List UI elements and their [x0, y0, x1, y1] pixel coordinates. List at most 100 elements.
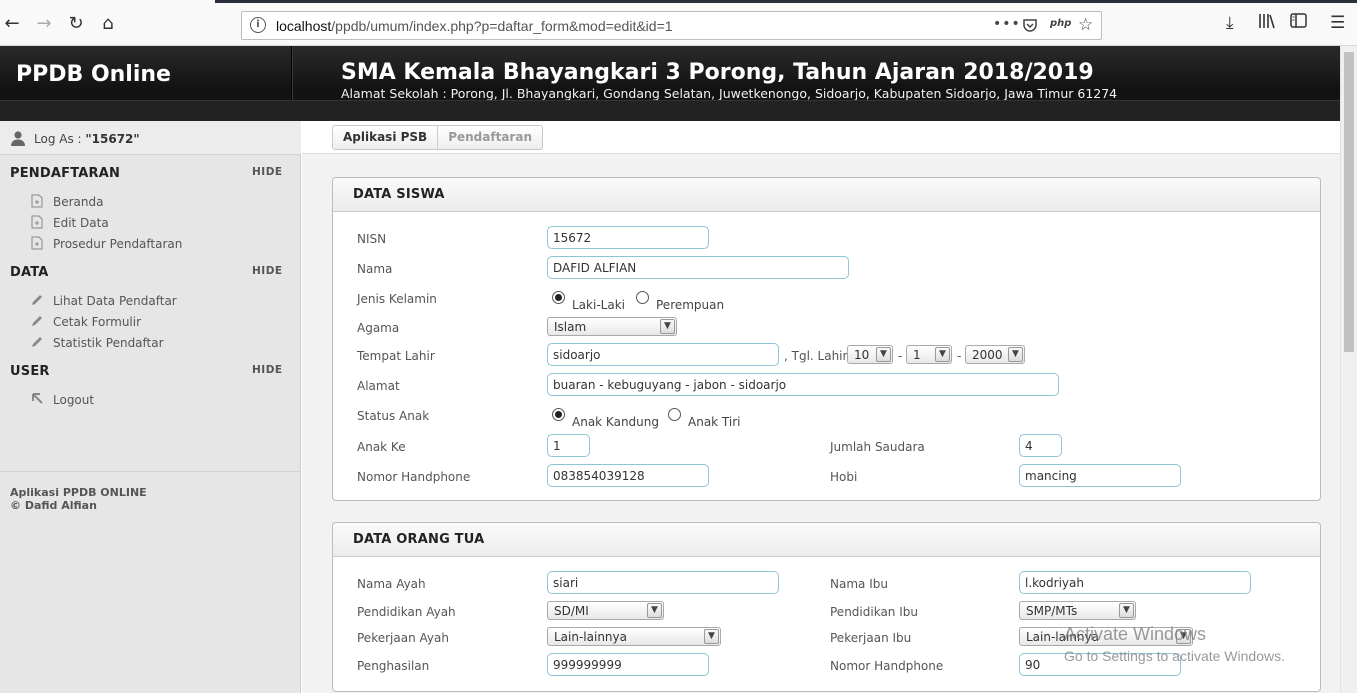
sidebar-footer: Aplikasi PPDB ONLINE © Dafid Alfian [0, 471, 301, 526]
hobi-field[interactable]: mancing [1019, 464, 1181, 487]
url-text[interactable]: localhost/ppdb/umum/index.php?p=daftar_f… [276, 18, 673, 34]
page-actions-icon[interactable]: ••• [993, 16, 1021, 32]
site-header: PPDB Online SMA Kemala Bhayangkari 3 Por… [0, 46, 1340, 121]
radio-perempuan[interactable] [636, 291, 649, 304]
back-icon[interactable]: ← [0, 12, 24, 36]
penghasilan-field[interactable]: 999999999 [547, 653, 709, 676]
nomor-hp-label: Nomor Handphone [357, 470, 471, 484]
tgl-day-value: 10 [854, 348, 870, 362]
nomor-hp-field[interactable]: 083854039128 [547, 464, 709, 487]
nomor-hp-ortu-field[interactable]: 90 [1019, 653, 1181, 676]
pendidikan-ibu-value: SMP/MTs [1026, 604, 1078, 618]
nama-ayah-field[interactable]: siari [547, 571, 779, 594]
nama-field[interactable]: DAFID ALFIAN [547, 256, 849, 279]
menu-item-edit-data[interactable]: Edit Data [30, 215, 109, 230]
menu-item-lihat-data[interactable]: Lihat Data Pendaftar [30, 293, 177, 308]
panel-title: DATA ORANG TUA [333, 523, 1320, 557]
radio-anak-tiri[interactable] [668, 408, 681, 421]
tgl-month-select[interactable]: 1 ▼ [906, 345, 952, 364]
penghasilan-label: Penghasilan [357, 659, 430, 673]
pocket-icon[interactable] [1022, 17, 1038, 37]
hide-pendaftaran-button[interactable]: HIDE [252, 166, 283, 178]
document-icon [30, 194, 46, 208]
browser-toolbar: ← → ↻ ⌂ i localhost/ppdb/umum/index.php?… [0, 0, 1357, 46]
jumlah-saudara-field[interactable]: 4 [1019, 434, 1062, 457]
header-divider [291, 46, 293, 100]
hobi-label: Hobi [830, 470, 858, 484]
home-icon[interactable]: ⌂ [96, 12, 120, 36]
breadcrumb-bar: Aplikasi PSB Pendaftaran [302, 121, 1340, 154]
radio-perempuan-label: Perempuan [656, 298, 725, 312]
radio-anak-kandung[interactable] [552, 408, 565, 421]
hide-data-button[interactable]: HIDE [252, 265, 283, 277]
menu-icon[interactable]: ☰ [1330, 13, 1345, 33]
date-separator: - [957, 349, 962, 363]
library-icon[interactable] [1258, 13, 1276, 34]
tgl-year-value: 2000 [972, 348, 1003, 362]
reload-icon[interactable]: ↻ [64, 12, 88, 36]
agama-select[interactable]: Islam ▼ [547, 317, 677, 336]
menu-label: Beranda [53, 195, 104, 209]
pendidikan-ibu-select[interactable]: SMP/MTs ▼ [1019, 601, 1136, 620]
breadcrumb-root[interactable]: Aplikasi PSB [333, 126, 439, 149]
menu-label: Cetak Formulir [53, 315, 142, 329]
nisn-field[interactable]: 15672 [547, 226, 709, 249]
alamat-label: Alamat [357, 379, 400, 393]
pencil-icon [30, 293, 46, 307]
menu-item-cetak[interactable]: Cetak Formulir [30, 314, 141, 329]
panel-data-siswa: DATA SISWA NISN 15672 Nama DAFID ALFIAN … [332, 177, 1321, 501]
anak-ke-field[interactable]: 1 [547, 434, 590, 457]
nama-label: Nama [357, 262, 393, 276]
tab-strip-edge [215, 0, 1357, 3]
downloads-icon[interactable]: ⤓ [1226, 13, 1234, 33]
chevron-down-icon: ▼ [1176, 629, 1191, 644]
forward-icon[interactable]: → [32, 12, 56, 36]
tgl-year-select[interactable]: 2000 ▼ [965, 345, 1025, 364]
chevron-down-icon: ▼ [1119, 603, 1134, 618]
footer-app-name: Aplikasi PPDB ONLINE [10, 486, 147, 499]
school-address: Alamat Sekolah : Porong, Jl. Bhayangkari… [341, 86, 1118, 101]
hide-user-button[interactable]: HIDE [252, 364, 283, 376]
section-user-title: USER [10, 364, 50, 379]
alamat-field[interactable]: buaran - kebuguyang - jabon - sidoarjo [547, 373, 1059, 396]
menu-item-statistik[interactable]: Statistik Pendaftar [30, 335, 164, 350]
radio-laki-laki[interactable] [552, 291, 565, 304]
pekerjaan-ayah-value: Lain-lainnya [554, 630, 627, 644]
menu-label: Edit Data [53, 216, 109, 230]
tempat-lahir-label: Tempat Lahir [357, 349, 435, 363]
sidebar-toggle-icon[interactable] [1290, 13, 1307, 33]
chevron-down-icon: ▼ [1008, 347, 1023, 362]
pekerjaan-ibu-select[interactable]: Lain-lainnya ▼ [1019, 627, 1193, 646]
bookmark-star-icon[interactable]: ☆ [1078, 15, 1093, 35]
scrollbar-thumb[interactable] [1344, 52, 1354, 352]
menu-item-prosedur[interactable]: Prosedur Pendaftaran [30, 236, 182, 251]
menu-label: Logout [53, 393, 95, 407]
tgl-lahir-label: , Tgl. Lahir [784, 349, 848, 363]
chevron-down-icon: ▼ [660, 319, 675, 334]
nama-ibu-field[interactable]: l.kodriyah [1019, 571, 1251, 594]
sidebar: Log As : "15672" PENDAFTARAN HIDE Berand… [0, 121, 301, 693]
chevron-down-icon: ▼ [935, 347, 950, 362]
pendidikan-ayah-select[interactable]: SD/MI ▼ [547, 601, 664, 620]
php-extension-icon[interactable]: php [1050, 18, 1071, 29]
user-icon [11, 131, 25, 146]
tgl-day-select[interactable]: 10 ▼ [847, 345, 893, 364]
address-bar[interactable]: i localhost/ppdb/umum/index.php?p=daftar… [241, 11, 1102, 40]
section-data-title: DATA [10, 265, 49, 280]
site-info-icon[interactable]: i [250, 17, 266, 33]
login-user: "15672" [85, 132, 140, 146]
pekerjaan-ayah-select[interactable]: Lain-lainnya ▼ [547, 627, 721, 646]
radio-anak-tiri-label: Anak Tiri [688, 415, 741, 429]
section-pendaftaran-title: PENDAFTARAN [10, 166, 121, 181]
agama-value: Islam [554, 320, 587, 334]
url-path: /ppdb/umum/index.php?p=daftar_form&mod=e… [331, 18, 673, 34]
tempat-lahir-field[interactable]: sidoarjo [547, 343, 779, 366]
nomor-hp-ortu-label: Nomor Handphone [830, 659, 944, 673]
radio-anak-kandung-label: Anak Kandung [572, 415, 659, 429]
header-strip [0, 100, 1340, 121]
menu-item-logout[interactable]: Logout [30, 392, 94, 407]
menu-item-beranda[interactable]: Beranda [30, 194, 103, 209]
tgl-month-value: 1 [913, 348, 921, 362]
breadcrumb-current: Pendaftaran [448, 130, 532, 144]
page-scrollbar[interactable] [1340, 46, 1357, 693]
